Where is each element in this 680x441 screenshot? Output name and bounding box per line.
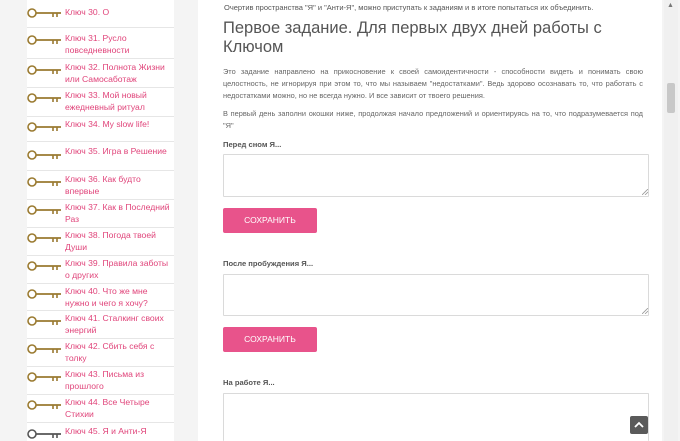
sidebar-item[interactable]: Ключ 30. О: [27, 0, 174, 28]
sidebar-item-label: Ключ 42. Сбить себя с толку: [65, 341, 155, 363]
key-icon: [27, 8, 61, 18]
scroll-to-top-button[interactable]: [630, 416, 648, 434]
save-button[interactable]: СОХРАНИТЬ: [223, 208, 317, 233]
textarea-after-waking[interactable]: [223, 274, 649, 316]
page-title: Первое задание. Для первых двух дней раб…: [223, 19, 602, 56]
key-icon: [27, 316, 61, 326]
key-icon: [27, 150, 61, 160]
key-icon: [27, 35, 61, 45]
scroll-up-arrow-icon[interactable]: ▲: [667, 2, 674, 9]
key-icon: [27, 372, 61, 382]
sidebar-item-label: Ключ 35. Игра в Решение: [65, 146, 167, 156]
sidebar-item-label: Ключ 43. Письма из прошлого: [65, 369, 145, 391]
resize-grip-icon[interactable]: [642, 308, 648, 314]
scrollbar[interactable]: ▲: [664, 0, 678, 441]
field-label-at-work: На работе Я...: [223, 378, 275, 387]
sidebar-item-label: Ключ 34. My slow life!: [65, 119, 150, 129]
field-label-after-waking: После пробуждения Я...: [223, 259, 314, 268]
scrollbar-thumb[interactable]: [667, 83, 675, 113]
sidebar-item-label: Ключ 30. О: [65, 7, 110, 17]
sidebar-item[interactable]: Ключ 35. Игра в Решение: [27, 143, 174, 171]
sidebar-item-label: Ключ 36. Как будто впервые: [65, 174, 141, 196]
sidebar-item-label: Ключ 31. Русло повседневности: [65, 33, 130, 55]
sidebar-item[interactable]: Ключ 40. Что же мне нужно и чего я хочу?: [27, 285, 174, 311]
sidebar-item-label: Ключ 39. Правила заботы о других: [65, 258, 169, 280]
sidebar-item-label: Ключ 37. Как в Последний Раз: [65, 202, 170, 224]
key-icon: [27, 205, 61, 215]
sidebar: Ключ 30. О Ключ 31. Русло повседневности…: [27, 0, 174, 441]
sidebar-item[interactable]: Ключ 45. Я и Анти-Я: [27, 424, 174, 441]
key-icon: [27, 93, 61, 103]
sidebar-item[interactable]: Ключ 44. Все Четыре Стихии: [27, 396, 174, 423]
key-icon: [27, 400, 61, 410]
key-icon: [27, 65, 61, 75]
sidebar-item[interactable]: Ключ 41. Сталкинг своих энергий: [27, 312, 174, 339]
sidebar-item[interactable]: Ключ 36. Как будто впервые: [27, 172, 174, 200]
sidebar-item-label: Ключ 40. Что же мне нужно и чего я хочу?: [65, 286, 148, 308]
sidebar-item-label: Ключ 33. Мой новый ежедневный ритуал: [65, 90, 147, 112]
sidebar-item-label: Ключ 45. Я и Анти-Я: [65, 426, 147, 436]
main-content: Очертив пространства "Я" и "Анти-Я", мож…: [198, 0, 662, 441]
sidebar-item[interactable]: Ключ 39. Правила заботы о других: [27, 257, 174, 284]
sidebar-item[interactable]: Ключ 33. Мой новый ежедневный ритуал: [27, 89, 174, 117]
key-icon: [27, 177, 61, 187]
key-icon: [27, 344, 61, 354]
key-icon: [27, 233, 61, 243]
key-icon: [27, 122, 61, 132]
key-icon: [27, 289, 61, 299]
key-icon: [27, 261, 61, 271]
sidebar-item[interactable]: Ключ 37. Как в Последний Раз: [27, 201, 174, 228]
page: Ключ 30. О Ключ 31. Русло повседневности…: [0, 0, 680, 441]
sidebar-item[interactable]: Ключ 34. My slow life!: [27, 118, 174, 142]
resize-grip-icon[interactable]: [642, 189, 648, 195]
instruction-paragraph: В первый день заполни окошки ниже, продо…: [223, 109, 643, 131]
textarea-before-sleep[interactable]: [223, 154, 649, 197]
chevron-up-icon: [634, 421, 644, 428]
sidebar-item[interactable]: Ключ 42. Сбить себя с толку: [27, 340, 174, 367]
key-icon: [27, 429, 61, 439]
textarea-at-work[interactable]: [223, 393, 649, 441]
sidebar-item-label: Ключ 38. Погода твоей Души: [65, 230, 156, 252]
sidebar-item[interactable]: Ключ 31. Русло повседневности: [27, 29, 174, 59]
sidebar-item-label: Ключ 32. Полнота Жизни или Самосаботаж: [65, 62, 165, 84]
intro-text: Очертив пространства "Я" и "Анти-Я", мож…: [224, 3, 594, 12]
save-button[interactable]: СОХРАНИТЬ: [223, 327, 317, 352]
sidebar-item[interactable]: Ключ 38. Погода твоей Души: [27, 229, 174, 256]
sidebar-item-label: Ключ 44. Все Четыре Стихии: [65, 397, 150, 419]
sidebar-item-label: Ключ 41. Сталкинг своих энергий: [65, 313, 164, 335]
sidebar-item[interactable]: Ключ 32. Полнота Жизни или Самосаботаж: [27, 60, 174, 88]
sidebar-item[interactable]: Ключ 43. Письма из прошлого: [27, 368, 174, 395]
description-paragraph: Это задание направлено на прикосновение …: [223, 67, 643, 101]
field-label-before-sleep: Перед сном Я...: [223, 140, 282, 149]
